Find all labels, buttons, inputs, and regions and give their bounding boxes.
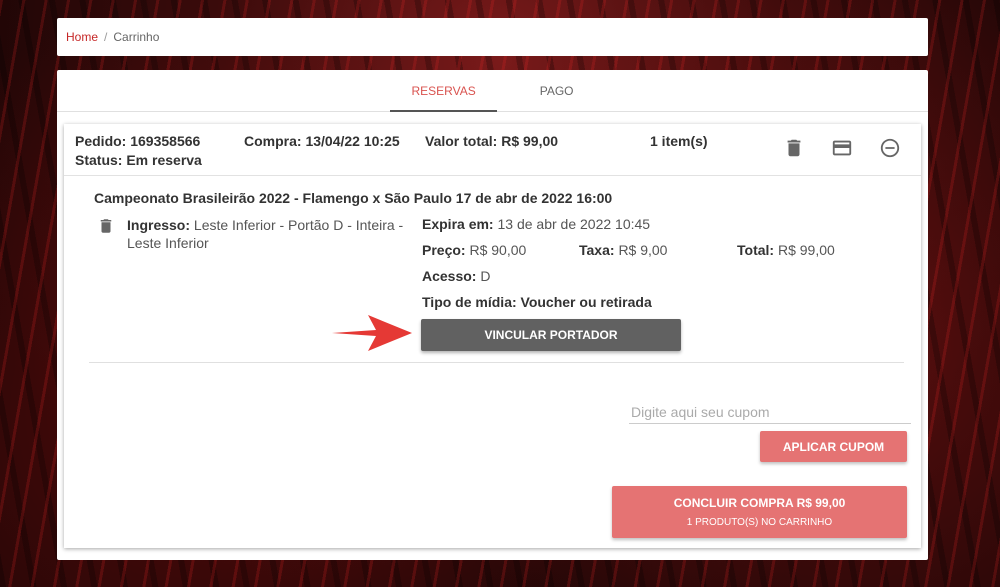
price-field: Preço: R$ 90,00: [422, 242, 526, 258]
order-card: Pedido: 169358566 Status: Em reserva Com…: [64, 124, 921, 548]
order-purchase-date: Compra: 13/04/22 10:25: [244, 133, 400, 149]
breadcrumb-home-link[interactable]: Home: [66, 30, 98, 44]
ticket-label: Ingresso:: [127, 217, 191, 233]
breadcrumb: Home / Carrinho: [57, 18, 928, 56]
checkout-label: CONCLUIR COMPRA R$ 99,00: [673, 496, 846, 510]
access-label: Acesso:: [422, 268, 477, 284]
order-header: Pedido: 169358566 Status: Em reserva Com…: [64, 124, 921, 176]
cart-tabs: RESERVAS PAGO: [57, 70, 928, 112]
tab-pago[interactable]: PAGO: [519, 70, 595, 112]
expires-label: Expira em:: [422, 216, 494, 232]
order-total-value: Valor total: R$ 99,00: [425, 133, 559, 149]
expires-value: 13 de abr de 2022 10:45: [497, 216, 651, 232]
minus-circle-icon[interactable]: [879, 137, 901, 159]
ticket-description: Ingresso: Leste Inferior - Portão D - In…: [127, 216, 407, 252]
checkout-subtitle: 1 PRODUTO(S) NO CARRINHO: [686, 517, 833, 528]
access-value: D: [480, 268, 491, 284]
expires-field: Expira em: 13 de abr de 2022 10:45: [422, 216, 650, 232]
fee-label: Taxa:: [579, 242, 615, 258]
price-label: Preço:: [422, 242, 466, 258]
tab-reservas[interactable]: RESERVAS: [390, 70, 497, 112]
order-number: Pedido: 169358566: [75, 133, 201, 149]
media-type-value: Voucher ou retirada: [520, 294, 652, 310]
cart-panel: RESERVAS PAGO Pedido: 169358566 Status: …: [57, 70, 928, 560]
media-type-field: Tipo de mídia: Voucher ou retirada: [422, 294, 652, 310]
divider: [89, 362, 904, 363]
apply-coupon-button[interactable]: APLICAR CUPOM: [760, 431, 907, 462]
coupon-input[interactable]: [629, 400, 911, 424]
order-status: Status: Em reserva: [75, 152, 202, 168]
total-value: R$ 99,00: [777, 242, 835, 258]
fee-value: R$ 9,00: [618, 242, 668, 258]
breadcrumb-current: Carrinho: [113, 30, 160, 44]
breadcrumb-separator: /: [104, 30, 108, 44]
red-arrow-icon: [332, 315, 412, 351]
trash-icon[interactable]: [783, 137, 805, 159]
media-type-label: Tipo de mídia:: [422, 294, 517, 310]
trash-icon[interactable]: [97, 216, 115, 236]
access-field: Acesso: D: [422, 268, 490, 284]
total-label: Total:: [737, 242, 775, 258]
credit-card-icon[interactable]: [831, 137, 853, 159]
link-holder-button[interactable]: VINCULAR PORTADOR: [421, 319, 681, 351]
checkout-button[interactable]: CONCLUIR COMPRA R$ 99,00 1 PRODUTO(S) NO…: [612, 486, 907, 538]
fee-field: Taxa: R$ 9,00: [579, 242, 667, 258]
order-item-count: 1 item(s): [650, 133, 708, 149]
price-value: R$ 90,00: [469, 242, 527, 258]
total-field: Total: R$ 99,00: [737, 242, 835, 258]
event-title: Campeonato Brasileirão 2022 - Flamengo x…: [94, 190, 613, 206]
